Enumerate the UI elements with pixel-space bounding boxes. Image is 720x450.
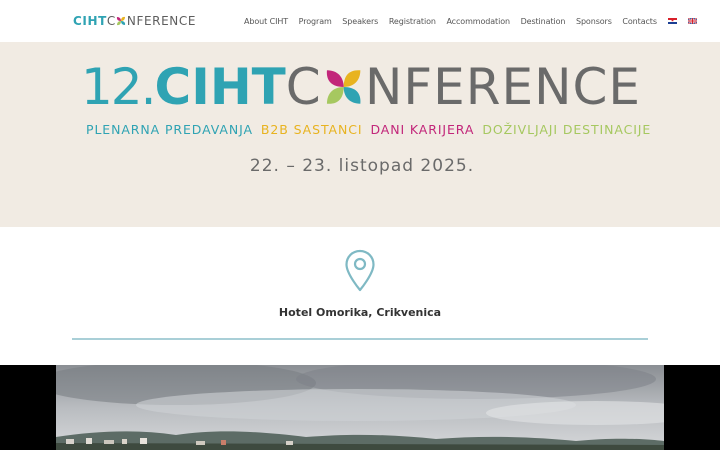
- tagline-career-days: DANI KARIJERA: [370, 122, 475, 137]
- photo-band: [0, 365, 720, 450]
- tagline-destination: DOŽIVLJAJI DESTINACIJE: [482, 122, 652, 137]
- logo-petal-icon: [117, 16, 126, 26]
- nav-speakers[interactable]: Speakers: [342, 17, 378, 26]
- nav-sponsors[interactable]: Sponsors: [576, 17, 612, 26]
- event-dates: 22. – 23. listopad 2025.: [249, 156, 475, 176]
- main-nav: About CIHT Program Speakers Registration…: [244, 15, 708, 27]
- nav-contacts[interactable]: Contacts: [622, 17, 657, 26]
- hero-brand: CIHT: [154, 58, 286, 116]
- tagline-lectures: PLENARNA PREDAVANJA: [86, 122, 253, 137]
- hero-banner: 12. CIHT C NFERENCE PLENARNA PREDAVANJA …: [0, 42, 720, 227]
- nav-accommodation[interactable]: Accommodation: [446, 17, 510, 26]
- nav-destination[interactable]: Destination: [521, 17, 566, 26]
- hero-petal-icon: [326, 70, 361, 104]
- logo-letter-c: C: [106, 14, 116, 28]
- hero-letter-c: C: [285, 58, 322, 116]
- logo-brand: CIHT: [73, 14, 107, 28]
- croatian-flag-icon[interactable]: [667, 18, 677, 24]
- hero-title: 12. CIHT C NFERENCE: [81, 59, 641, 115]
- nav-about[interactable]: About CIHT: [244, 17, 288, 26]
- nav-registration[interactable]: Registration: [389, 17, 436, 26]
- site-logo[interactable]: CIHT C NFERENCE: [73, 13, 196, 29]
- nav-program[interactable]: Program: [299, 17, 332, 26]
- section-divider: [72, 338, 648, 340]
- venue-name: Hotel Omorika, Crikvenica: [278, 306, 442, 319]
- venue-photo: [56, 365, 664, 450]
- tagline-b2b: B2B SASTANCI: [260, 122, 363, 137]
- uk-flag-icon[interactable]: [687, 18, 697, 24]
- hero-title-rest: NFERENCE: [365, 58, 641, 116]
- hero-tagline: PLENARNA PREDAVANJA B2B SASTANCI DANI KA…: [86, 122, 659, 137]
- location-pin-icon: [345, 249, 375, 292]
- hero-edition-number: 12.: [81, 58, 157, 116]
- logo-rest: NFERENCE: [126, 14, 197, 28]
- site-header: CIHT C NFERENCE About CIHT Program Speak…: [0, 0, 720, 42]
